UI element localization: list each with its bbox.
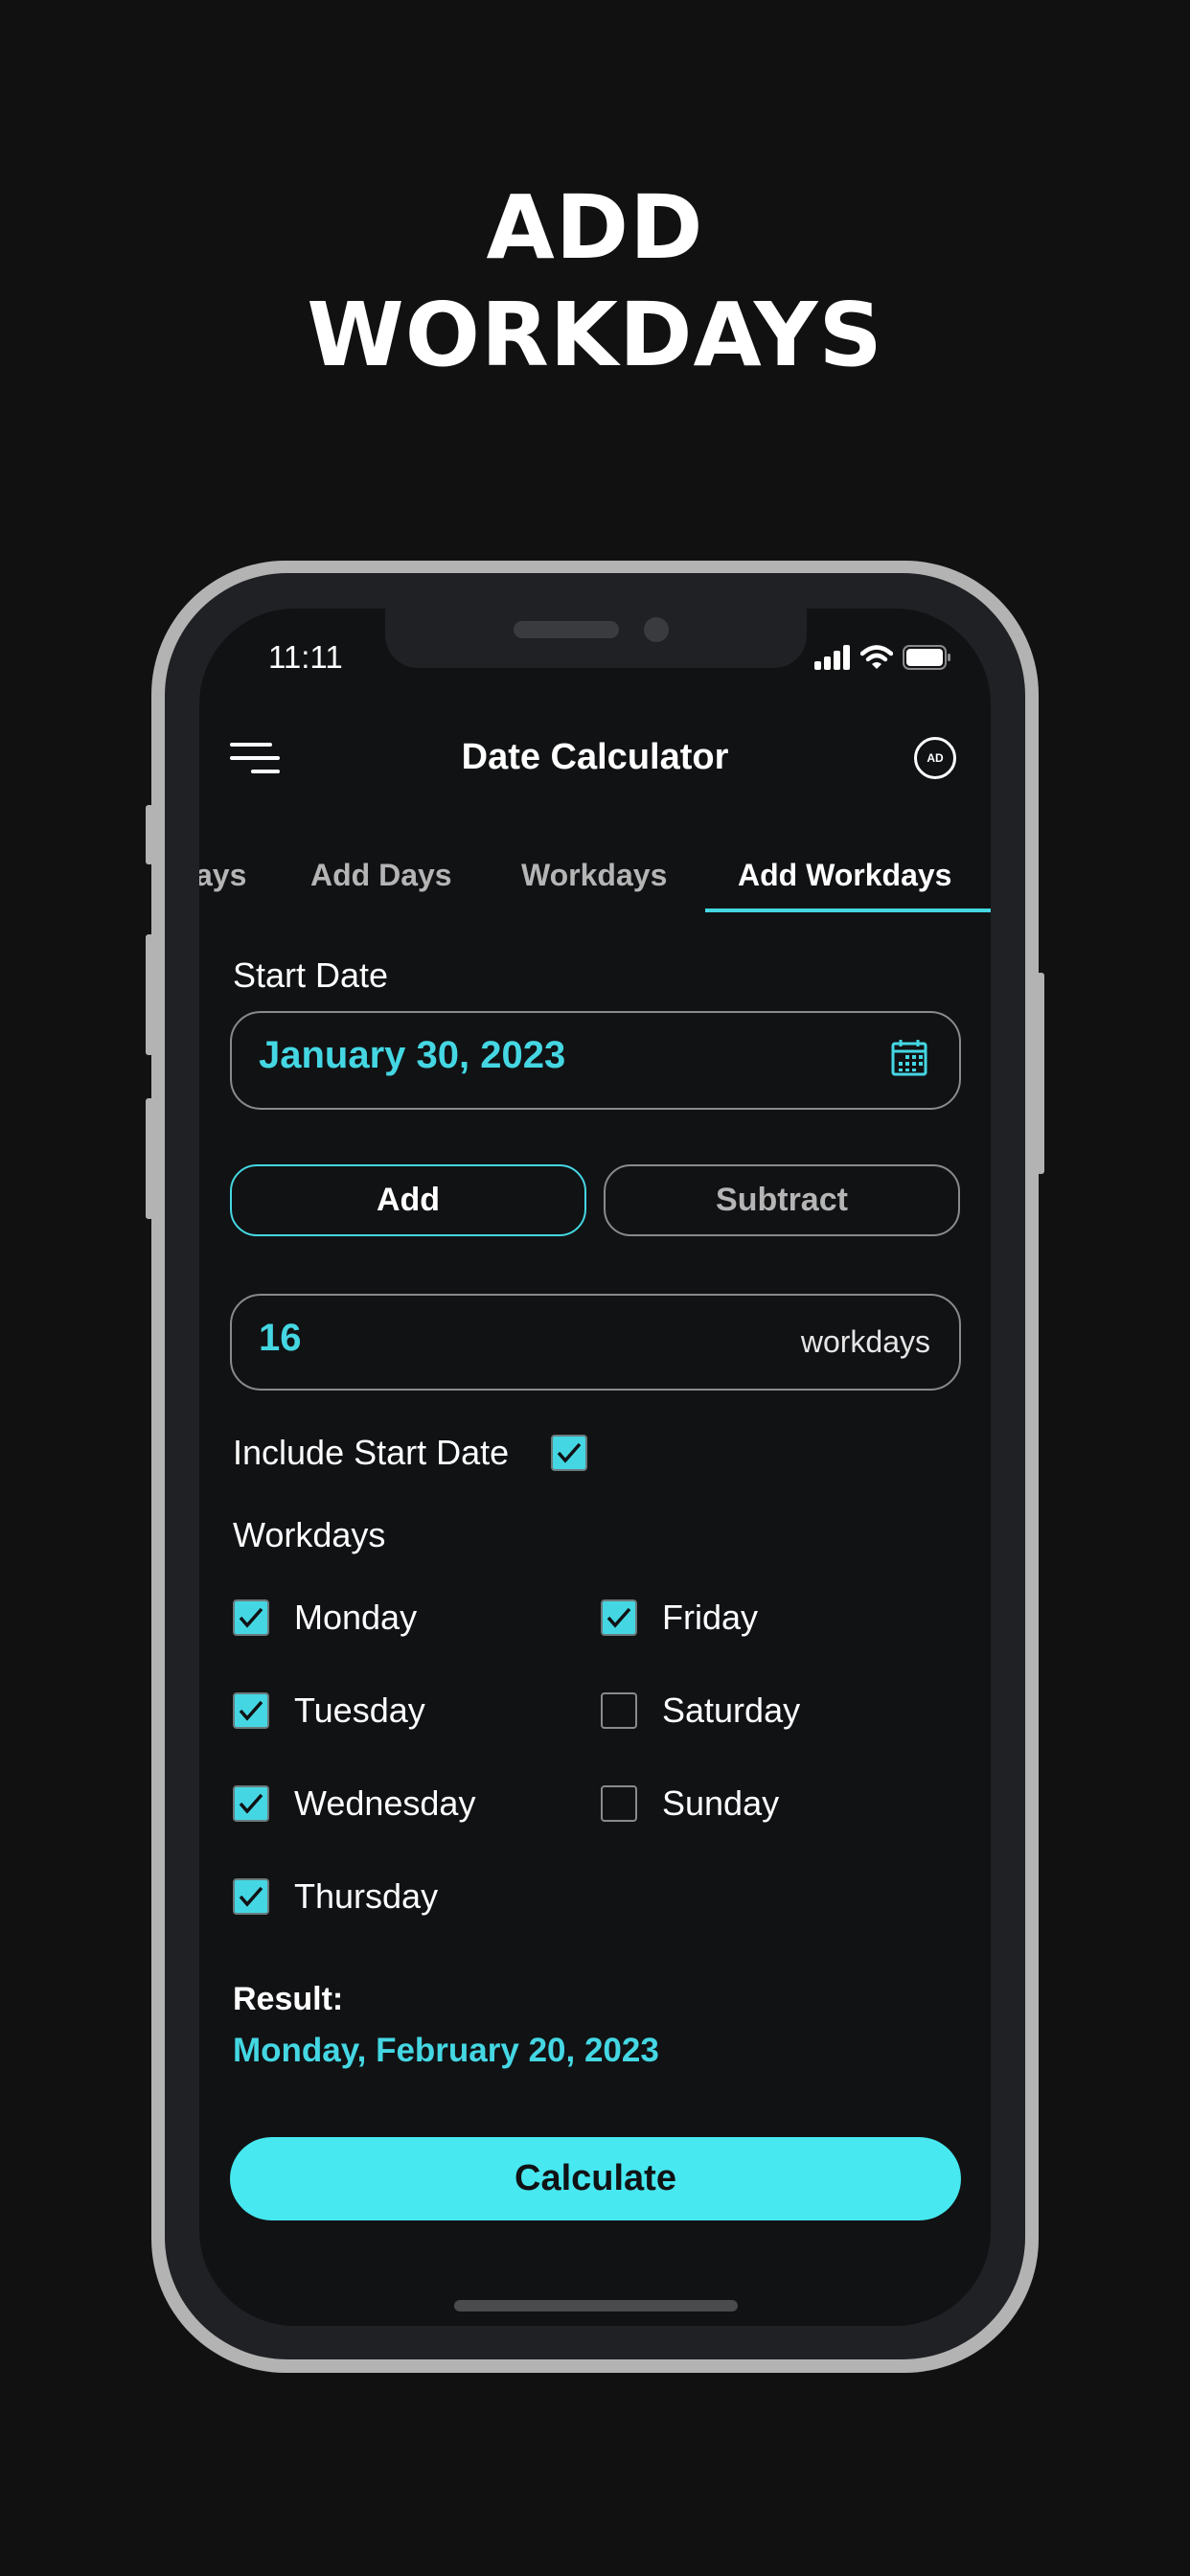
- promo-title: ADD WORKDAYS: [0, 174, 1190, 389]
- remove-ads-button[interactable]: AD: [914, 737, 956, 779]
- day-wednesday[interactable]: Wednesday: [233, 1783, 475, 1824]
- day-tuesday[interactable]: Tuesday: [233, 1690, 425, 1731]
- tab-workdays[interactable]: Workdays: [521, 858, 667, 893]
- checkmark-icon: [606, 1607, 631, 1628]
- home-indicator[interactable]: [454, 2300, 738, 2312]
- app-header: Date Calculator AD: [199, 724, 991, 794]
- start-date-label: Start Date: [233, 955, 389, 995]
- checkmark-icon: [239, 1886, 263, 1907]
- phone-screen: 11:11 Date Calculator AD ays Add Days Wo…: [199, 609, 991, 2326]
- subtract-button[interactable]: Subtract: [604, 1164, 960, 1236]
- start-date-value: January 30, 2023: [259, 1034, 566, 1076]
- tuesday-checkbox[interactable]: [233, 1692, 269, 1729]
- include-start-date-checkbox[interactable]: [551, 1435, 587, 1471]
- thursday-checkbox[interactable]: [233, 1878, 269, 1915]
- result-value: Monday, February 20, 2023: [233, 2032, 659, 2069]
- wednesday-label: Wednesday: [294, 1783, 476, 1823]
- status-time: 11:11: [268, 639, 343, 675]
- day-friday[interactable]: Friday: [601, 1598, 758, 1638]
- monday-label: Monday: [294, 1598, 418, 1637]
- sunday-label: Sunday: [662, 1783, 780, 1823]
- friday-label: Friday: [662, 1598, 759, 1637]
- cellular-signal-icon: [814, 645, 850, 670]
- add-button[interactable]: Add: [230, 1164, 586, 1236]
- checkmark-icon: [557, 1442, 582, 1463]
- promo-title-line-1: ADD: [486, 176, 704, 279]
- notch: [385, 609, 807, 668]
- sunday-checkbox[interactable]: [601, 1785, 637, 1822]
- app-title: Date Calculator: [461, 737, 729, 777]
- status-icons: [814, 645, 952, 670]
- day-saturday[interactable]: Saturday: [601, 1690, 800, 1731]
- start-date-field[interactable]: January 30, 2023: [230, 1011, 961, 1110]
- checkmark-icon: [239, 1793, 263, 1814]
- tuesday-label: Tuesday: [294, 1690, 425, 1730]
- checkmark-icon: [239, 1607, 263, 1628]
- saturday-label: Saturday: [662, 1690, 801, 1730]
- tab-days[interactable]: ays: [199, 858, 246, 893]
- friday-checkbox[interactable]: [601, 1599, 637, 1636]
- calculate-button[interactable]: Calculate: [230, 2137, 961, 2220]
- wednesday-checkbox[interactable]: [233, 1785, 269, 1822]
- promo-title-line-2: WORKDAYS: [307, 284, 883, 386]
- day-monday[interactable]: Monday: [233, 1598, 417, 1638]
- tab-add-workdays[interactable]: Add Workdays: [738, 858, 951, 893]
- thursday-label: Thursday: [294, 1876, 439, 1916]
- monday-checkbox[interactable]: [233, 1599, 269, 1636]
- battery-icon: [903, 645, 950, 670]
- tab-add-days[interactable]: Add Days: [310, 858, 452, 893]
- speaker-grille: [514, 621, 619, 638]
- saturday-checkbox[interactable]: [601, 1692, 637, 1729]
- workdays-amount-value: 16: [259, 1317, 302, 1359]
- active-tab-indicator: [705, 908, 991, 912]
- workdays-amount-unit: workdays: [800, 1324, 930, 1359]
- day-thursday[interactable]: Thursday: [233, 1876, 438, 1917]
- workdays-label: Workdays: [233, 1515, 386, 1554]
- checkmark-icon: [239, 1700, 263, 1721]
- result-label: Result:: [233, 1981, 344, 2017]
- include-start-date-label: Include Start Date: [233, 1433, 510, 1472]
- ad-badge-icon: AD: [927, 751, 944, 765]
- day-sunday[interactable]: Sunday: [601, 1783, 779, 1824]
- workdays-amount-field[interactable]: 16 workdays: [230, 1294, 961, 1391]
- calendar-icon[interactable]: [890, 1038, 928, 1076]
- tab-bar: ays Add Days Workdays Add Workdays: [199, 839, 991, 915]
- front-camera: [644, 617, 669, 642]
- wifi-icon: [860, 645, 893, 669]
